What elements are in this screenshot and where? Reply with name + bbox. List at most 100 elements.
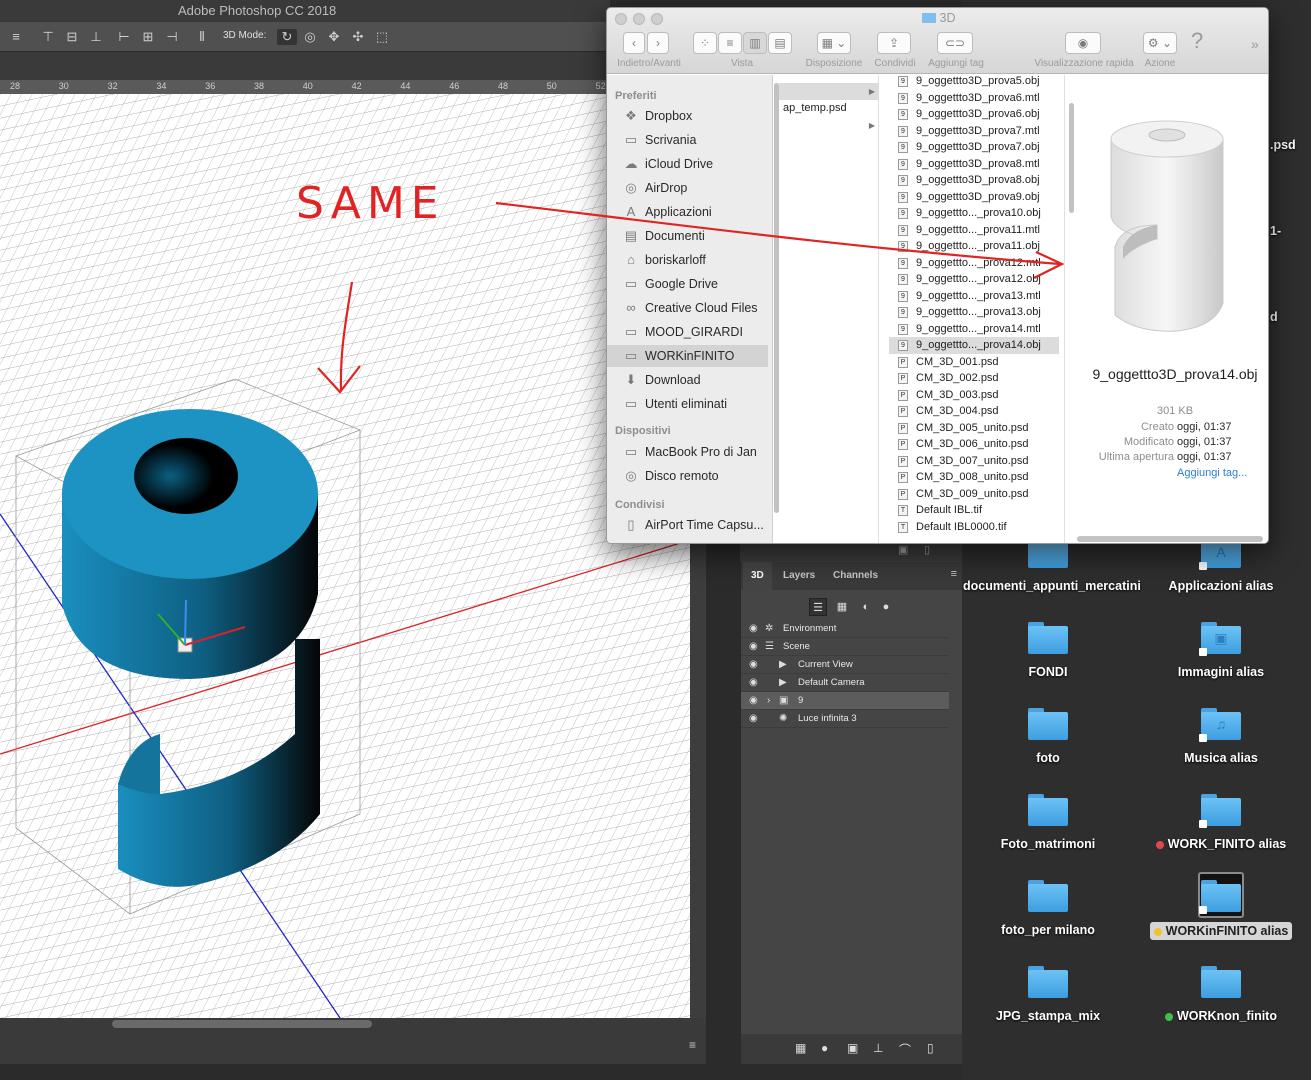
panel-menu-icon[interactable]: ≡ xyxy=(951,568,957,580)
gallery-view-button[interactable]: ▤ xyxy=(768,32,792,54)
arrange-button[interactable]: ▦ ⌄ xyxy=(817,32,851,54)
sidebar-item-airdrop[interactable]: ◎ AirDrop xyxy=(607,177,768,199)
list-item[interactable]: ▶ xyxy=(779,117,879,134)
file-row[interactable]: 9 9_oggettto..._prova13.mtl xyxy=(889,288,1059,305)
desktop-folder[interactable]: FONDI xyxy=(963,622,1133,680)
file-row[interactable]: 9 9_oggettto3D_prova6.obj xyxy=(889,106,1059,123)
desktop-folder[interactable]: WORK_FINITO alias xyxy=(1136,794,1306,852)
pan-3d-icon[interactable]: ✥ xyxy=(326,29,342,45)
desktop-partial-label[interactable]: d xyxy=(1270,310,1278,324)
layer-row[interactable]: ◉ ✲ Environment xyxy=(741,620,949,638)
file-row[interactable]: P CM_3D_002.psd xyxy=(889,370,1059,387)
file-row[interactable]: P CM_3D_007_unito.psd xyxy=(889,453,1059,470)
back-button[interactable]: ‹ xyxy=(623,32,645,54)
file-row[interactable]: 9 9_oggettto..._prova14.mtl xyxy=(889,321,1059,338)
scroll-thumb[interactable] xyxy=(112,1020,372,1028)
finder-horizontal-scrollbar[interactable] xyxy=(1077,536,1263,542)
align-hright-icon[interactable]: ⊣ xyxy=(164,29,180,45)
sidebar-item-macbook[interactable]: ▭ MacBook Pro di Jan xyxy=(607,441,768,463)
tab-channels[interactable]: Channels xyxy=(825,562,886,590)
tag-button[interactable]: ⊂⊃ xyxy=(937,32,973,54)
help-icon[interactable]: ? xyxy=(1191,28,1203,54)
action-gear-button[interactable]: ⚙ ⌄ xyxy=(1143,32,1177,54)
sidebar-item-download[interactable]: ⬇ Download xyxy=(607,369,768,391)
desktop-folder[interactable]: ▣ Immagini alias xyxy=(1136,622,1306,680)
file-row[interactable]: 9 9_oggettto3D_prova7.obj xyxy=(889,139,1059,156)
layer-row[interactable]: ◉ ☰ Scene xyxy=(741,638,949,656)
visibility-eye-icon[interactable]: ◉ xyxy=(749,692,758,710)
file-row[interactable]: P CM_3D_008_unito.psd xyxy=(889,469,1059,486)
quicklook-button[interactable]: ◉ xyxy=(1065,32,1101,54)
file-row[interactable]: P CM_3D_001.psd xyxy=(889,354,1059,371)
desktop-folder-selected[interactable]: WORKinFINITO alias xyxy=(1136,872,1306,940)
constraint-icon[interactable]: ⌒ xyxy=(899,1041,911,1058)
file-row[interactable]: P CM_3D_004.psd xyxy=(889,403,1059,420)
file-row[interactable]: 9 9_oggettto..._prova13.obj xyxy=(889,304,1059,321)
sidebar-item-applications[interactable]: A Applicazioni xyxy=(607,201,768,223)
desktop-folder[interactable]: Foto_matrimoni xyxy=(963,794,1133,852)
column-view-button[interactable]: ▥ xyxy=(743,32,767,54)
sidebar-item-icloud[interactable]: ☁ iCloud Drive xyxy=(607,153,768,175)
file-row[interactable]: 9 9_oggettto3D_prova8.obj xyxy=(889,172,1059,189)
align-left-icon[interactable]: ≡ xyxy=(8,29,24,45)
sidebar-item-desktop[interactable]: ▭ Scrivania xyxy=(607,129,768,151)
sidebar-item-dropbox[interactable]: ❖ Dropbox xyxy=(607,105,768,127)
sidebar-item-workinfinito[interactable]: ▭ WORKinFINITO xyxy=(607,345,768,367)
align-bottom-icon[interactable]: ⊥ xyxy=(88,29,104,45)
file-row[interactable]: P CM_3D_006_unito.psd xyxy=(889,436,1059,453)
file-row[interactable]: 9 9_oggettto..._prova12.mtl xyxy=(889,255,1059,272)
desktop-folder[interactable]: foto_per milano xyxy=(963,880,1133,938)
file-row[interactable]: 9 9_oggettto..._prova11.mtl xyxy=(889,222,1059,239)
sidebar-item-creative-cloud[interactable]: ∞ Creative Cloud Files xyxy=(607,297,768,319)
sidebar-item-home[interactable]: ⌂ boriskarloff xyxy=(607,249,768,271)
visibility-eye-icon[interactable]: ◉ xyxy=(749,674,758,692)
document-canvas[interactable] xyxy=(0,94,690,1018)
file-row[interactable]: P CM_3D_005_unito.psd xyxy=(889,420,1059,437)
slide-3d-icon[interactable]: ✣ xyxy=(350,29,366,45)
visibility-eye-icon[interactable]: ◉ xyxy=(749,710,758,728)
forward-button[interactable]: › xyxy=(647,32,669,54)
icon-view-button[interactable]: ⁘ xyxy=(693,32,717,54)
align-hleft-icon[interactable]: ⊢ xyxy=(116,29,132,45)
chevron-right-icon[interactable]: › xyxy=(767,692,770,710)
trash-icon[interactable]: ▯ xyxy=(927,1041,934,1055)
add-mesh-icon[interactable]: ▦ xyxy=(795,1041,806,1055)
file-row[interactable]: P CM_3D_009_unito.psd xyxy=(889,486,1059,503)
orbit-3d-icon[interactable]: ↻ xyxy=(277,29,297,45)
align-vcenter-icon[interactable]: ⊟ xyxy=(64,29,80,45)
desktop-partial-label[interactable]: 1- xyxy=(1270,224,1281,238)
filter-scene-icon[interactable]: ☰ xyxy=(809,598,827,616)
file-row[interactable]: 9 9_oggettto3D_prova6.mtl xyxy=(889,90,1059,107)
file-row[interactable]: P CM_3D_003.psd xyxy=(889,387,1059,404)
desktop-folder[interactable]: foto xyxy=(963,708,1133,766)
list-item[interactable]: ap_temp.psd xyxy=(779,100,879,117)
list-item[interactable]: ▶ xyxy=(779,83,879,100)
overflow-chevron-icon[interactable]: » xyxy=(1251,36,1259,52)
filter-mesh-icon[interactable]: ▦ xyxy=(833,598,851,616)
desktop-folder[interactable]: documenti_appunti_mercatini xyxy=(963,536,1141,594)
layer-row[interactable]: ◉ ▶ Current View xyxy=(741,656,949,674)
file-row[interactable]: T Default IBL0000.tif xyxy=(889,519,1059,536)
tab-layers[interactable]: Layers xyxy=(775,562,823,590)
trash-icon[interactable]: ▯ xyxy=(924,543,930,556)
file-row[interactable]: 9 9_oggettto3D_prova8.mtl xyxy=(889,156,1059,173)
list-view-button[interactable]: ≡ xyxy=(718,32,742,54)
desktop-folder[interactable]: WORKnon_finito xyxy=(1136,966,1306,1024)
distribute-icon[interactable]: ⦀ xyxy=(194,29,210,45)
add-tags-link[interactable]: Aggiungi tag... xyxy=(1177,467,1247,479)
roll-3d-icon[interactable]: ◎ xyxy=(302,29,318,45)
visibility-eye-icon[interactable]: ◉ xyxy=(749,638,758,656)
desktop-partial-label[interactable]: .psd xyxy=(1270,138,1296,152)
file-row[interactable]: 9 9_oggettto3D_prova7.mtl xyxy=(889,123,1059,140)
file-row[interactable]: 9 9_oggettto..._prova11.obj xyxy=(889,238,1059,255)
visibility-eye-icon[interactable]: ◉ xyxy=(749,656,758,674)
visibility-eye-icon[interactable]: ◉ xyxy=(749,620,758,638)
tab-3d[interactable]: 3D xyxy=(743,562,772,590)
sidebar-item-documents[interactable]: ▤ Documenti xyxy=(607,225,768,247)
render-icon[interactable]: ▣ xyxy=(898,543,908,556)
align-top-icon[interactable]: ⊤ xyxy=(40,29,56,45)
file-row-selected[interactable]: 9 9_oggettto..._prova14.obj xyxy=(889,337,1059,354)
add-light-icon[interactable]: ● xyxy=(821,1041,828,1055)
ground-icon[interactable]: ⊥ xyxy=(873,1041,883,1055)
gizmo-y-arrow[interactable] xyxy=(184,599,187,646)
